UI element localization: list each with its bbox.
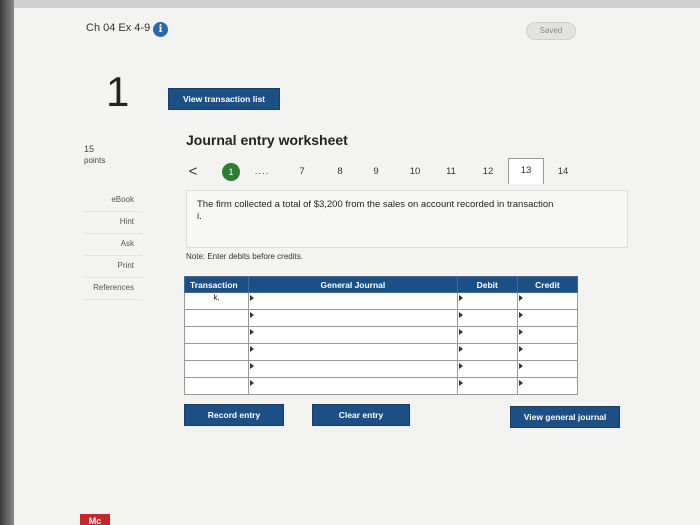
device-bezel	[0, 0, 14, 525]
credit-value[interactable]	[518, 378, 577, 394]
question-number: 1	[106, 68, 130, 115]
debit-input[interactable]	[456, 309, 518, 327]
credit-value[interactable]	[518, 361, 577, 377]
ask-link[interactable]: Ask	[84, 234, 142, 256]
browser-url-bar	[14, 0, 700, 8]
pager-page-7[interactable]: 7	[290, 160, 314, 184]
pager-page-13-active[interactable]: 13	[508, 158, 544, 184]
transaction-cell	[183, 343, 250, 361]
exercise-title: Ch 04 Ex 4-9	[86, 22, 151, 34]
transaction-column-header: Transaction	[183, 276, 250, 293]
worksheet-title: Journal entry worksheet	[186, 132, 348, 148]
pager-page-9[interactable]: 9	[364, 160, 388, 184]
points-label: points	[84, 156, 106, 165]
debit-value[interactable]	[458, 293, 517, 309]
transaction-cell: k.	[183, 292, 250, 310]
account-select[interactable]	[248, 292, 458, 310]
credit-input[interactable]	[516, 309, 579, 327]
record-entry-button[interactable]: Record entry	[184, 404, 284, 426]
account-value[interactable]	[249, 293, 457, 309]
table-row	[183, 360, 579, 378]
transaction-cell	[183, 360, 250, 378]
table-row	[183, 309, 579, 327]
journal-table-header-row: Transaction General Journal Debit Credit	[183, 276, 579, 293]
transaction-prompt-box: The firm collected a total of $3,200 fro…	[186, 190, 628, 248]
ebook-link[interactable]: eBook	[84, 190, 142, 212]
debit-value[interactable]	[458, 310, 517, 326]
account-select[interactable]	[248, 377, 458, 395]
credit-value[interactable]	[518, 344, 577, 360]
account-value[interactable]	[249, 310, 457, 326]
credit-input[interactable]	[516, 360, 579, 378]
account-select[interactable]	[248, 326, 458, 344]
saved-status-badge: Saved	[526, 22, 576, 40]
account-value[interactable]	[249, 378, 457, 394]
print-link[interactable]: Print	[84, 256, 142, 278]
debit-value[interactable]	[458, 361, 517, 377]
debit-input[interactable]	[456, 343, 518, 361]
assignment-screen: Ch 04 Ex 4-9 i Saved 1 15 points eBook H…	[14, 8, 700, 525]
transaction-cell	[183, 326, 250, 344]
table-row	[183, 377, 579, 395]
debit-input[interactable]	[456, 326, 518, 344]
debit-input[interactable]	[456, 292, 518, 310]
credit-value[interactable]	[518, 327, 577, 343]
pager-ellipsis: ....	[254, 166, 270, 177]
account-value[interactable]	[249, 327, 457, 343]
table-row	[183, 343, 579, 361]
side-tools-list: eBook Hint Ask Print References	[84, 190, 142, 300]
mcgraw-hill-logo: Mc	[80, 514, 110, 525]
credit-value[interactable]	[518, 310, 577, 326]
view-transaction-list-button[interactable]: View transaction list	[168, 88, 280, 110]
debit-value[interactable]	[458, 327, 517, 343]
pager-page-10[interactable]: 10	[400, 160, 430, 184]
view-general-journal-button[interactable]: View general journal	[510, 406, 620, 428]
table-row: k.	[183, 292, 579, 310]
credit-input[interactable]	[516, 343, 579, 361]
account-value[interactable]	[249, 344, 457, 360]
journal-entry-table: Transaction General Journal Debit Credit…	[183, 276, 579, 395]
transaction-prompt-text: The firm collected a total of $3,200 fro…	[197, 199, 554, 222]
pager-prev-button[interactable]: <	[186, 160, 200, 184]
general-journal-column-header: General Journal	[248, 276, 458, 293]
debits-note: Note: Enter debits before credits.	[186, 252, 303, 261]
references-link[interactable]: References	[84, 278, 142, 300]
clear-entry-button[interactable]: Clear entry	[312, 404, 410, 426]
credit-input[interactable]	[516, 292, 579, 310]
credit-column-header: Credit	[516, 276, 579, 293]
hint-link[interactable]: Hint	[84, 212, 142, 234]
account-select[interactable]	[248, 360, 458, 378]
table-row	[183, 326, 579, 344]
info-icon[interactable]: i	[153, 22, 168, 37]
pager-current-page[interactable]: 1	[222, 163, 240, 181]
debit-value[interactable]	[458, 378, 517, 394]
credit-value[interactable]	[518, 293, 577, 309]
account-select[interactable]	[248, 343, 458, 361]
debit-input[interactable]	[456, 360, 518, 378]
pager-page-8[interactable]: 8	[328, 160, 352, 184]
debit-input[interactable]	[456, 377, 518, 395]
credit-input[interactable]	[516, 377, 579, 395]
points-value: 15	[84, 144, 95, 154]
pager-page-11[interactable]: 11	[438, 160, 464, 184]
credit-input[interactable]	[516, 326, 579, 344]
pager-page-12[interactable]: 12	[474, 160, 502, 184]
transaction-cell	[183, 377, 250, 395]
pager-page-14[interactable]: 14	[550, 160, 576, 184]
entry-pager: < 1 .... 7 8 9 10 11 12 13 14	[186, 158, 646, 184]
account-select[interactable]	[248, 309, 458, 327]
account-value[interactable]	[249, 361, 457, 377]
debit-value[interactable]	[458, 344, 517, 360]
transaction-cell	[183, 309, 250, 327]
debit-column-header: Debit	[456, 276, 518, 293]
